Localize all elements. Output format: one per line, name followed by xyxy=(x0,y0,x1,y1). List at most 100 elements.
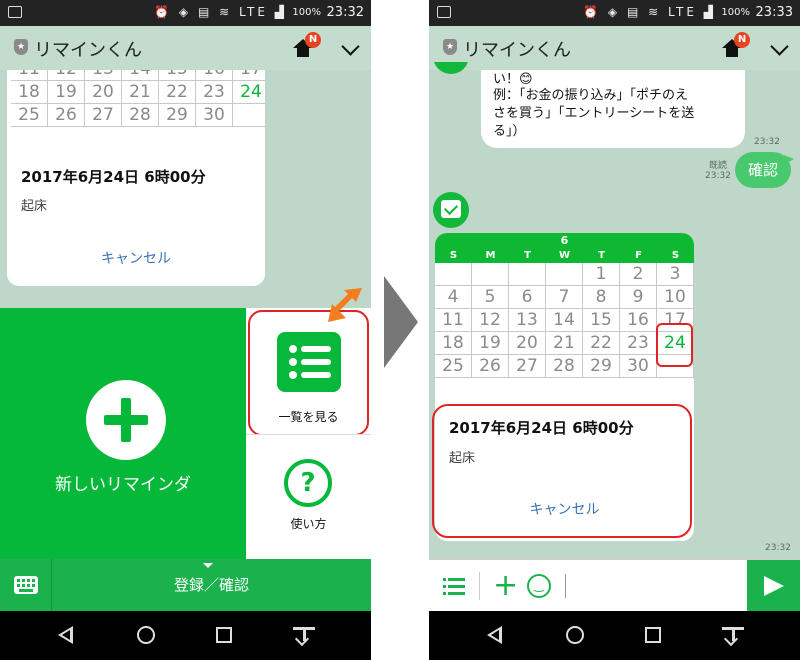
calendar-day[interactable] xyxy=(435,263,472,286)
hide-keyboard-icon[interactable] xyxy=(722,627,744,647)
calendar-day[interactable]: 20 xyxy=(509,332,546,355)
calendar-day[interactable]: 21 xyxy=(546,332,583,355)
clock: 23:32 xyxy=(326,5,364,20)
calendar-day[interactable]: 18 xyxy=(435,332,472,355)
calendar-day[interactable]: 13 xyxy=(85,70,122,81)
weekday-label: M xyxy=(485,250,496,261)
calendar-day[interactable] xyxy=(509,263,546,286)
plus-icon[interactable]: + xyxy=(493,571,518,601)
weekday-label: F xyxy=(635,250,642,261)
back-icon[interactable] xyxy=(58,626,73,644)
calendar-day[interactable]: 24 xyxy=(233,81,265,104)
calendar-day[interactable]: 21 xyxy=(122,81,159,104)
calendar-day[interactable]: 9 xyxy=(620,286,657,309)
plus-icon xyxy=(86,380,166,460)
status-bar: ⏰ ◈ ▤ ≋ LTE ▟ 100% 23:32 xyxy=(0,0,371,26)
calendar-day[interactable]: 22 xyxy=(583,332,620,355)
calendar-day[interactable]: 29 xyxy=(583,355,620,378)
battery-level: 100% xyxy=(292,7,321,18)
chat-header: ★ リマインくん N xyxy=(429,26,800,70)
calendar-day[interactable]: 25 xyxy=(11,104,48,127)
recent-apps-icon[interactable] xyxy=(216,627,232,643)
calendar-day[interactable]: 27 xyxy=(85,104,122,127)
recent-apps-icon[interactable] xyxy=(645,627,661,643)
new-reminder-label: 新しいリマインダ xyxy=(55,475,191,495)
calendar-day[interactable]: 3 xyxy=(657,263,694,286)
calendar-day[interactable]: 8 xyxy=(583,286,620,309)
calendar-day[interactable]: 1 xyxy=(583,263,620,286)
calendar-day[interactable]: 17 xyxy=(233,70,265,81)
check-icon xyxy=(441,200,461,218)
calendar-day[interactable]: 6 xyxy=(509,286,546,309)
reminder-datetime: 2017年6月24日 6時00分 xyxy=(21,168,206,186)
calendar-day[interactable]: 11 xyxy=(435,309,472,332)
calendar-day[interactable]: 19 xyxy=(472,332,509,355)
back-icon[interactable] xyxy=(487,626,502,644)
calendar-day[interactable]: 7 xyxy=(546,286,583,309)
calendar-day[interactable]: 13 xyxy=(509,309,546,332)
keyboard-button[interactable] xyxy=(0,559,52,611)
calendar-day[interactable]: 16 xyxy=(620,309,657,332)
hide-keyboard-icon[interactable] xyxy=(293,627,315,647)
calendar-day[interactable]: 14 xyxy=(122,70,159,81)
weekday-label: T xyxy=(524,250,531,261)
smile-icon[interactable]: ‿ xyxy=(527,574,551,598)
chat-title: リマインくん xyxy=(463,40,571,61)
calendar-day[interactable]: 26 xyxy=(472,355,509,378)
caret-icon xyxy=(203,563,213,568)
battery-level: 100% xyxy=(721,7,750,18)
send-button[interactable] xyxy=(747,560,800,612)
calendar-day[interactable]: 19 xyxy=(48,81,85,104)
calendar-day[interactable]: 15 xyxy=(583,309,620,332)
calendar-day[interactable] xyxy=(472,263,509,286)
input-bar: + ‿ xyxy=(429,559,800,612)
menu-list-icon[interactable] xyxy=(443,577,465,595)
calendar-day[interactable]: 4 xyxy=(435,286,472,309)
list-view-button[interactable]: 一覧を見る xyxy=(246,308,371,436)
calendar-day[interactable]: 23 xyxy=(620,332,657,355)
calendar-day[interactable]: 28 xyxy=(122,104,159,127)
bot-avatar xyxy=(433,192,469,228)
cancel-button[interactable]: キャンセル xyxy=(7,248,265,268)
calendar-day[interactable]: 25 xyxy=(435,355,472,378)
calendar-day[interactable]: 30 xyxy=(620,355,657,378)
calendar-day[interactable]: 16 xyxy=(196,70,233,81)
calendar-day[interactable]: 2 xyxy=(620,263,657,286)
weekday-label: T xyxy=(598,250,605,261)
calendar-day[interactable] xyxy=(546,263,583,286)
calendar-day[interactable]: 5 xyxy=(472,286,509,309)
calendar-day[interactable]: 18 xyxy=(11,81,48,104)
calendar-month: 6 xyxy=(560,234,569,247)
home-circle-icon[interactable] xyxy=(566,626,584,644)
chevron-down-icon[interactable] xyxy=(341,37,360,56)
help-button[interactable]: ? 使い方 xyxy=(246,434,371,560)
new-reminder-button[interactable]: 新しいリマインダ xyxy=(0,308,246,560)
home-circle-icon[interactable] xyxy=(137,626,155,644)
android-nav-bar xyxy=(429,611,800,660)
help-icon: ? xyxy=(284,459,332,507)
calendar-day[interactable]: 12 xyxy=(472,309,509,332)
calendar-day[interactable]: 29 xyxy=(159,104,196,127)
calendar-day[interactable] xyxy=(233,104,265,127)
calendar-day[interactable]: 12 xyxy=(48,70,85,81)
calendar-day[interactable]: 10 xyxy=(657,286,694,309)
text-input[interactable] xyxy=(565,574,566,598)
calendar-day[interactable]: 27 xyxy=(509,355,546,378)
calendar-day[interactable]: 11 xyxy=(11,70,48,81)
transition-arrow-icon xyxy=(384,276,418,368)
calendar-day[interactable]: 30 xyxy=(196,104,233,127)
register-confirm-button[interactable]: 登録／確認 xyxy=(52,574,371,595)
calendar-day[interactable]: 28 xyxy=(546,355,583,378)
calendar-day[interactable]: 26 xyxy=(48,104,85,127)
chevron-down-icon[interactable] xyxy=(770,37,789,56)
calendar-day[interactable]: 14 xyxy=(546,309,583,332)
message-time: 23:32 xyxy=(754,137,780,147)
calendar-day[interactable]: 15 xyxy=(159,70,196,81)
calendar-day[interactable]: 22 xyxy=(159,81,196,104)
chat-header: ★ リマインくん N xyxy=(0,26,371,70)
calendar-day[interactable]: 23 xyxy=(196,81,233,104)
message-time: 23:32 xyxy=(765,543,791,553)
divider xyxy=(479,572,480,600)
calendar-day[interactable]: 20 xyxy=(85,81,122,104)
bot-message-line: る」） xyxy=(493,124,526,139)
